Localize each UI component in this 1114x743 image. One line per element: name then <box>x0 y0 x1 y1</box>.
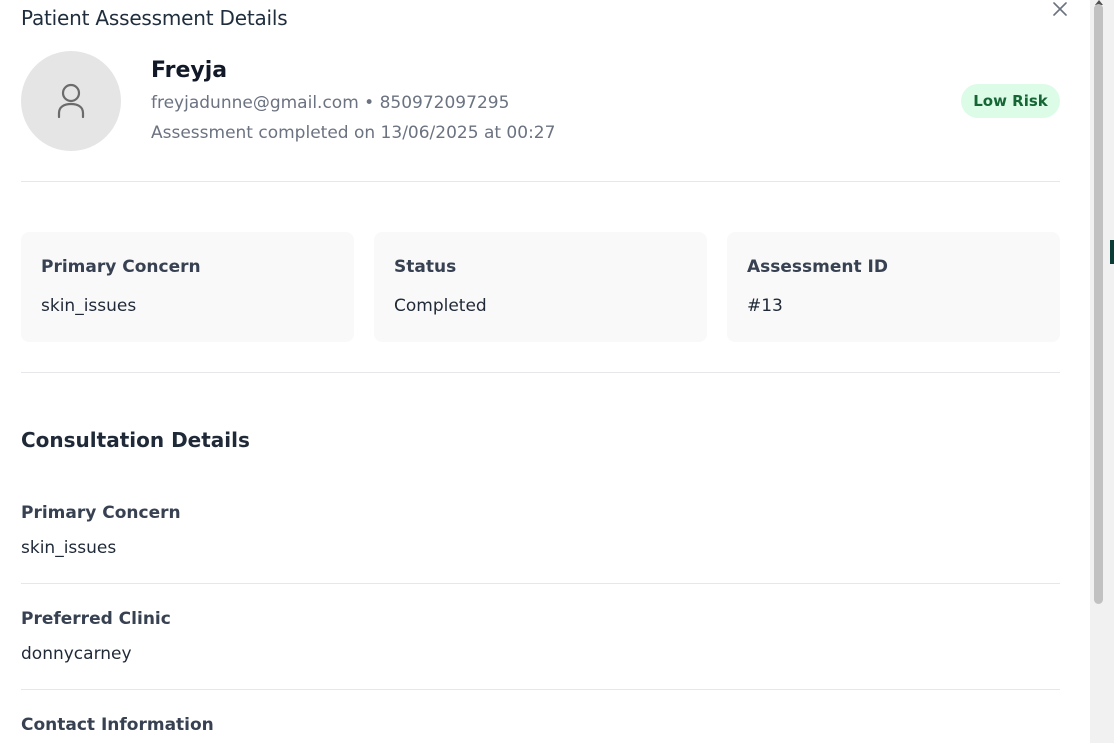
card-value: #13 <box>747 296 783 316</box>
patient-assessment-modal: Patient Assessment Details Freyja freyja… <box>0 0 1090 743</box>
risk-badge: Low Risk <box>961 84 1060 118</box>
detail-divider <box>21 583 1060 584</box>
card-value: Completed <box>394 296 487 316</box>
backdrop-edge <box>1110 240 1114 264</box>
avatar <box>21 51 121 151</box>
info-card-primary-concern: Primary Concern skin_issues <box>21 232 354 342</box>
detail-label-primary-concern: Primary Concern <box>21 503 181 523</box>
detail-value-preferred-clinic: donnycarney <box>21 644 132 664</box>
scrollbar[interactable] <box>1090 0 1114 743</box>
scroll-thumb[interactable] <box>1094 4 1103 604</box>
info-card-status: Status Completed <box>374 232 707 342</box>
detail-label-contact-information: Contact Information <box>21 715 214 735</box>
consultation-details-title: Consultation Details <box>21 428 250 452</box>
user-icon <box>57 83 85 119</box>
card-label: Primary Concern <box>41 257 201 277</box>
close-button[interactable] <box>1049 0 1071 18</box>
cards-divider <box>21 372 1060 373</box>
assessment-date: Assessment completed on 13/06/2025 at 00… <box>151 123 556 143</box>
header-divider <box>21 181 1060 182</box>
patient-contact: freyjadunne@gmail.com • 850972097295 <box>151 93 510 113</box>
close-icon <box>1053 2 1067 16</box>
card-label: Assessment ID <box>747 257 888 277</box>
card-value: skin_issues <box>41 296 137 316</box>
card-label: Status <box>394 257 457 277</box>
info-card-assessment-id: Assessment ID #13 <box>727 232 1060 342</box>
patient-name: Freyja <box>151 58 228 83</box>
detail-value-primary-concern: skin_issues <box>21 538 117 558</box>
modal-title: Patient Assessment Details <box>21 6 288 30</box>
detail-divider <box>21 689 1060 690</box>
detail-label-preferred-clinic: Preferred Clinic <box>21 609 171 629</box>
